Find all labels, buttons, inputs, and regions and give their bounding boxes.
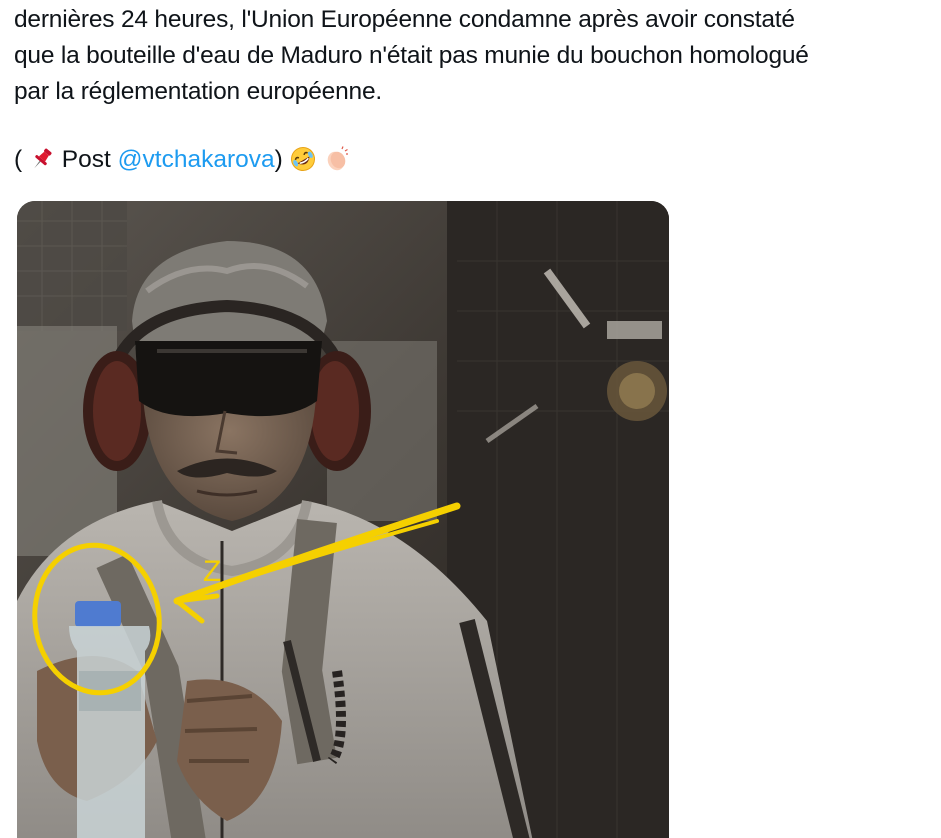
rolling-on-floor-laughing-icon (290, 147, 315, 171)
clapping-hands-icon (328, 146, 349, 171)
annotation-z-label: Z (203, 555, 221, 588)
credit-line: ( Post @vtchakarova) (14, 142, 349, 178)
open-paren: ( (14, 146, 23, 173)
tweet-text-line-1: dernières 24 heures, l'Union Européenne … (14, 6, 795, 33)
post-label: Post (61, 146, 111, 173)
tweet-text-line-2: que la bouteille d'eau de Maduro n'était… (14, 42, 809, 69)
photo-maduro-on-plane: Z (17, 201, 669, 838)
mention-link[interactable]: @vtchakarova (118, 146, 275, 173)
tweet-text-line-3: par la réglementation européenne. (14, 78, 382, 105)
tweet-photo[interactable]: Z (17, 201, 669, 838)
close-paren: ) (274, 146, 283, 173)
tweet-text: dernières 24 heures, l'Union Européenne … (14, 2, 934, 110)
pushpin-icon (34, 148, 52, 169)
